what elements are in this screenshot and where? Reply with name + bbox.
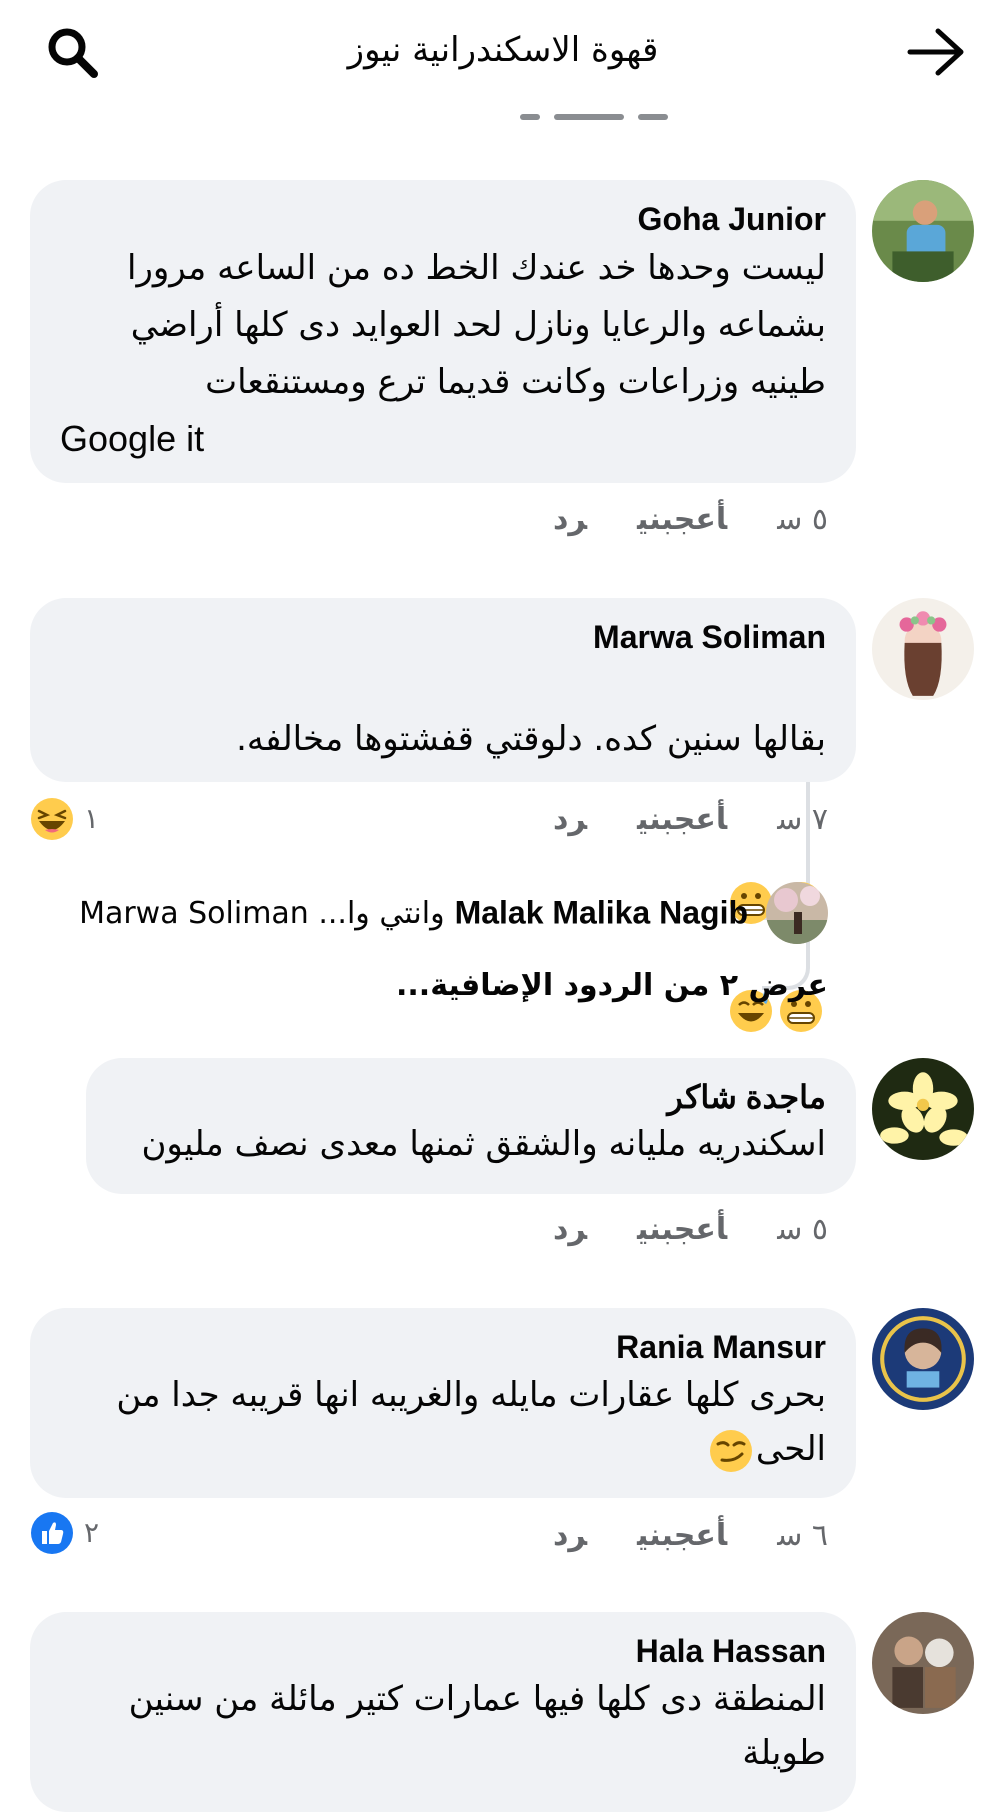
avatar-hala-hassan[interactable] (872, 1612, 974, 1714)
comment-author[interactable]: Rania Mansur (60, 1326, 826, 1368)
reaction-summary[interactable]: ١ (30, 796, 99, 840)
smirk-emoji-icon (708, 1428, 754, 1474)
comment-text-row: بحرى كلها عقارات مايله والغريبه انها قري… (60, 1368, 826, 1476)
reply-button[interactable]: رد (553, 1518, 587, 1553)
like-button[interactable]: أعجبني (637, 802, 727, 837)
comment-text: المنطقة دى كلها فيها عمارات كتير مائلة م… (128, 1679, 826, 1773)
avatar-malak-malika-nagib[interactable] (766, 882, 828, 944)
arrow-right-icon[interactable] (906, 26, 966, 78)
reply-author[interactable]: Malak Malika Nagib (455, 895, 748, 931)
comment-meta: ٥ س أعجبني رد (503, 500, 828, 540)
comment-time: ٥ س (777, 1212, 828, 1247)
comment-text: ليست وحدها خد عندك الخط ده من الساعه مرو… (127, 248, 826, 402)
comment-text: بقالها سنين كده. دلوقتي قفشتوها مخالفه. (236, 719, 826, 759)
comment-bubble[interactable]: Hala Hassan المنطقة دى كلها فيها عمارات … (30, 1612, 856, 1812)
comment-time: ٧ س (777, 802, 828, 837)
avatar-marwa-soliman[interactable] (872, 598, 974, 700)
avatar-rania-mansur[interactable] (872, 1308, 974, 1410)
like-button[interactable]: أعجبني (637, 1518, 727, 1553)
comment-time: ٥ س (777, 502, 828, 537)
comment-meta: ٧ س أعجبني رد (503, 800, 828, 840)
like-reaction-icon (30, 1511, 74, 1555)
reply-button[interactable]: رد (553, 502, 587, 537)
comment-text-link: Google it (60, 418, 205, 459)
view-more-replies-link[interactable]: عرض ٢ من الردود الإضافية... (396, 966, 828, 1006)
comment-text: اسكندريه مليانه والشقق ثمنها معدى نصف مل… (141, 1124, 826, 1164)
like-button[interactable]: أعجبني (637, 502, 727, 537)
avatar-magda-shaker[interactable] (872, 1058, 974, 1160)
comment-bubble[interactable]: Rania Mansur بحرى كلها عقارات مايله والغ… (30, 1308, 856, 1498)
reaction-count: ١ (84, 802, 100, 835)
reply-preview[interactable]: Malak Malika Nagib وانتي وا... Marwa Soli… (79, 882, 828, 946)
reply-snippet: وانتي وا... Marwa Soliman (79, 895, 445, 931)
comment-bubble[interactable]: Marwa Soliman بقالها سنين كده. دلوقتي قف… (30, 598, 856, 1032)
reaction-count: ٢ (84, 1516, 100, 1549)
comment-meta: ٦ س أعجبني رد (503, 1516, 828, 1556)
comment-author[interactable]: Hala Hassan (60, 1630, 826, 1672)
haha-reaction-icon (30, 797, 74, 841)
search-icon[interactable] (44, 24, 100, 80)
comment-author[interactable]: Marwa Soliman (60, 616, 826, 658)
comment-meta: ٥ س أعجبني رد (503, 1210, 828, 1250)
like-button[interactable]: أعجبني (637, 1212, 727, 1247)
reply-button[interactable]: رد (553, 802, 587, 837)
comment-text-row: بقالها سنين كده. دلوقتي قفشتوها مخالفه. (60, 658, 826, 924)
top-bar: قهوة الاسكندرانية نيوز (0, 0, 1006, 104)
comment-author[interactable]: Goha Junior (60, 198, 826, 240)
reply-button[interactable]: رد (553, 1212, 587, 1247)
comment-bubble[interactable]: Goha Junior ليست وحدها خد عندك الخط ده م… (30, 180, 856, 483)
reaction-summary[interactable]: ٢ (30, 1510, 99, 1554)
comment-time: ٦ س (777, 1518, 828, 1553)
page-title: قهوة الاسكندرانية نيوز (347, 30, 659, 70)
comment-bubble[interactable]: ماجدة شاكر اسكندريه مليانه والشقق ثمنها … (86, 1058, 856, 1194)
comment-author[interactable]: ماجدة شاكر (116, 1076, 826, 1118)
avatar-goha-junior[interactable] (872, 180, 974, 282)
